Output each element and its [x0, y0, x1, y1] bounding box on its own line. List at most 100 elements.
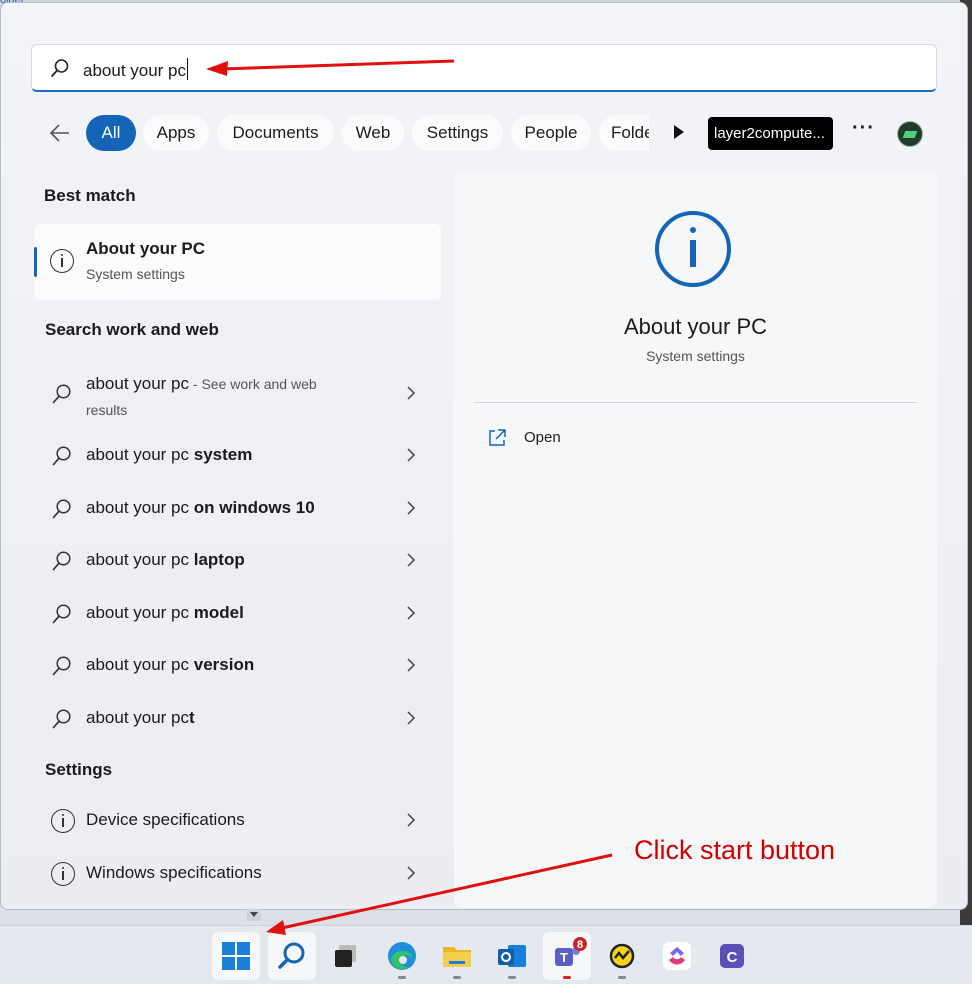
suggestion-text: about your pc — [86, 550, 194, 569]
web-suggestion-row[interactable]: about your pc - See work and web results — [34, 364, 441, 424]
suggestion-text: about your pc — [86, 445, 194, 464]
search-icon — [52, 604, 71, 624]
chevron-right-icon — [407, 553, 416, 567]
chevron-right-icon — [407, 386, 416, 400]
best-match-title: About your PC — [86, 239, 205, 258]
web-suggestion-row[interactable]: about your pct — [34, 694, 441, 744]
best-match-subtitle: System settings — [86, 266, 185, 282]
suggestion-bold: version — [193, 655, 255, 674]
clickup-button[interactable] — [653, 932, 701, 980]
web-suggestion-row[interactable]: about your pc on windows 10 — [34, 484, 441, 534]
settings-heading: Settings — [45, 760, 113, 779]
clickup-icon — [663, 942, 691, 970]
chevron-right-icon — [407, 866, 416, 880]
selection-indicator — [34, 247, 37, 277]
filter-bar: All Apps Documents Web Settings People F… — [40, 113, 930, 153]
search-icon — [52, 551, 71, 571]
filter-settings[interactable]: Settings — [412, 115, 503, 151]
filter-all[interactable]: All — [86, 115, 136, 151]
panel-resize-handle[interactable] — [247, 909, 261, 921]
suggestion-bold: laptop — [193, 550, 245, 569]
web-suggestion-row[interactable]: about your pc system — [34, 431, 441, 481]
teams-badge-count: 8 — [577, 939, 583, 951]
running-indicator — [398, 976, 406, 979]
search-icon — [52, 709, 71, 729]
edge-button[interactable] — [378, 932, 426, 980]
outlook-button[interactable] — [488, 932, 536, 980]
search-icon — [52, 656, 71, 676]
taskbar: T 8 C — [0, 925, 972, 984]
detail-subtitle: System settings — [646, 348, 745, 364]
search-icon — [278, 942, 305, 969]
settings-result-row[interactable]: Windows specifications — [34, 849, 441, 899]
file-explorer-button[interactable] — [433, 932, 481, 980]
open-action[interactable]: Open — [487, 427, 687, 451]
info-large-icon — [655, 211, 731, 287]
filter-apps[interactable]: Apps — [143, 115, 209, 151]
suggestion-text: about your pc — [86, 655, 194, 674]
chevron-right-icon — [407, 711, 416, 725]
start-button[interactable] — [212, 932, 260, 980]
app-c-button[interactable]: C — [708, 932, 756, 980]
outlook-icon — [498, 945, 526, 967]
filter-folders[interactable]: Folde — [599, 115, 649, 151]
chevron-right-icon — [407, 813, 416, 827]
search-icon — [52, 384, 71, 404]
web-suggestion-row[interactable]: about your pc version — [34, 641, 441, 691]
teams-icon: T 8 — [555, 937, 587, 966]
search-input[interactable]: about your pc — [83, 58, 189, 81]
avatar[interactable] — [897, 121, 923, 147]
suggestion-bold: on windows 10 — [193, 498, 315, 517]
settings-result-label: Device specifications — [86, 810, 245, 829]
more-options-icon[interactable]: ··· — [852, 117, 875, 140]
search-icon — [52, 499, 71, 519]
back-arrow-icon[interactable] — [48, 121, 72, 145]
svg-text:C: C — [727, 949, 738, 966]
task-view-icon — [335, 945, 356, 967]
suggestion-text: about your pc — [86, 603, 194, 622]
detail-title: About your PC — [623, 314, 768, 339]
info-icon — [51, 809, 75, 833]
suggestion-text: about your pc — [86, 374, 190, 393]
edge-icon — [388, 942, 416, 970]
teams-button[interactable]: T 8 — [543, 932, 591, 980]
filter-people[interactable]: People — [511, 115, 591, 151]
open-external-icon — [489, 429, 506, 446]
account-chip[interactable]: layer2compute... — [708, 117, 833, 150]
search-icon — [52, 446, 71, 466]
filter-web[interactable]: Web — [342, 115, 404, 151]
app-icon — [609, 943, 635, 969]
web-suggestion-row[interactable]: about your pc laptop — [34, 536, 441, 586]
suggestion-suffix-2: results — [86, 402, 128, 418]
suggestion-text: about your pc — [86, 498, 194, 517]
scroll-filters-icon[interactable] — [674, 125, 684, 139]
running-indicator — [618, 976, 626, 979]
open-label: Open — [524, 429, 561, 446]
settings-result-label: Windows specifications — [86, 863, 262, 882]
search-box[interactable]: about your pc — [31, 44, 937, 92]
annotation-text: Click start button — [634, 835, 836, 865]
search-icon — [51, 59, 69, 77]
info-icon — [50, 249, 74, 273]
chevron-right-icon — [407, 606, 416, 620]
text-caret — [187, 58, 189, 80]
search-web-heading: Search work and web — [45, 320, 219, 339]
suggestion-bold: model — [193, 603, 244, 622]
chevron-right-icon — [407, 448, 416, 462]
app-c-icon: C — [720, 944, 744, 968]
task-view-button[interactable] — [322, 932, 370, 980]
start-icon — [222, 942, 250, 970]
file-explorer-icon — [443, 947, 471, 967]
web-suggestion-row[interactable]: about your pc model — [34, 589, 441, 639]
svg-text:T: T — [560, 950, 568, 965]
info-icon — [51, 862, 75, 886]
running-indicator — [453, 976, 461, 979]
detail-pane: About your PC System settings Open — [454, 171, 937, 908]
settings-result-row[interactable]: Device specifications — [34, 796, 441, 846]
best-match-result[interactable]: About your PC System settings — [34, 224, 441, 300]
chevron-right-icon — [407, 501, 416, 515]
running-indicator — [563, 976, 571, 979]
taskbar-search-button[interactable] — [268, 932, 316, 980]
filter-documents[interactable]: Documents — [217, 115, 334, 151]
app-button[interactable] — [598, 932, 646, 980]
